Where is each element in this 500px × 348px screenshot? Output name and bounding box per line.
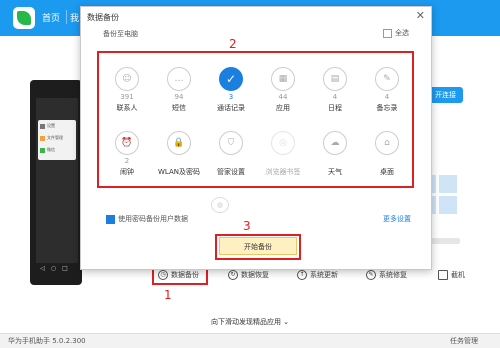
slide-hint[interactable]: 向下滑动发现精品应用 ⌄ <box>0 317 500 327</box>
lock-icon: 🔒 <box>167 131 191 155</box>
close-icon[interactable]: ✕ <box>416 9 425 22</box>
phone-nav-icons: ◁○□ <box>40 265 74 272</box>
connect-button[interactable]: 开连接 <box>428 87 463 103</box>
tile <box>439 196 457 214</box>
checkbox-icon <box>106 214 115 224</box>
task-manager-link[interactable]: 任务管理 <box>450 336 478 346</box>
item-contacts[interactable]: ☺ 391 联系人 <box>102 67 152 113</box>
phone-row: 文件管理 <box>40 135 74 144</box>
item-notes[interactable]: ✎ 4 备忘录 <box>362 67 412 113</box>
tab-my[interactable]: 我 <box>70 11 79 24</box>
screenshot-icon <box>438 270 448 280</box>
item-browser-bookmarks: ◎ 浏览器书签 <box>258 131 308 177</box>
browser-icon: ◎ <box>271 131 295 155</box>
wrench-icon: ✎ <box>366 270 376 280</box>
weather-icon: ☁ <box>323 131 347 155</box>
backup-dialog: 数据备份 ✕ 备份至电脑 全选 2 ☺ 391 联系人 … 94 短信 ✓ 3 … <box>80 6 432 270</box>
phone-app-list: 设置 文件管理 微信 <box>38 120 76 160</box>
annotation-number-2: 2 <box>229 37 237 51</box>
refresh-icon: ↻ <box>228 270 238 280</box>
notes-icon: ✎ <box>375 67 399 91</box>
app-logo <box>13 7 35 29</box>
contacts-icon: ☺ <box>115 67 139 91</box>
message-icon: … <box>167 67 191 91</box>
backup-item-grid: ☺ 391 联系人 … 94 短信 ✓ 3 通话记录 ▦ 44 应用 ▤ 4 日… <box>97 51 414 188</box>
more-settings-link[interactable]: 更多设置 <box>383 214 411 224</box>
use-password-checkbox[interactable]: 使用密码备份用户数据 <box>106 214 188 224</box>
item-desktop[interactable]: ⌂ 桌面 <box>362 131 412 177</box>
home-icon: ⌂ <box>375 131 399 155</box>
item-weather[interactable]: ☁ 天气 <box>310 131 360 177</box>
annotation-number-3: 3 <box>243 219 251 233</box>
checkbox-icon <box>383 28 392 38</box>
screenshot-button[interactable]: 截机 <box>438 266 465 284</box>
update-icon: ↑ <box>297 270 307 280</box>
item-wlan[interactable]: 🔒 WLAN及密码 <box>154 131 204 177</box>
dialog-title: 数据备份 <box>87 13 119 22</box>
item-call-log[interactable]: ✓ 3 通话记录 <box>206 67 256 113</box>
item-alarm[interactable]: ⏰ 2 闹钟 <box>102 131 152 177</box>
tile <box>439 175 457 193</box>
shield-icon: ⛉ <box>219 131 243 155</box>
select-all-checkbox[interactable]: 全选 <box>383 28 409 38</box>
item-messages[interactable]: … 94 短信 <box>154 67 204 113</box>
phone-row: 设置 <box>40 123 74 132</box>
dialog-subtitle: 备份至电脑 <box>103 30 138 38</box>
checkmark-icon: ✓ <box>219 67 243 91</box>
item-manager-settings[interactable]: ⛉ 管家设置 <box>206 131 256 177</box>
logo-icon <box>17 11 31 25</box>
phone-row: 微信 <box>40 147 74 156</box>
start-backup-button[interactable]: 开始备份 <box>219 237 297 255</box>
alarm-icon: ⏰ <box>115 131 139 155</box>
tab-home[interactable]: 首页 <box>42 11 60 24</box>
item-apps[interactable]: ▦ 44 应用 <box>258 67 308 113</box>
tab-divider <box>66 10 67 24</box>
version-label: 华为手机助手 5.0.2.300 <box>8 337 86 345</box>
annotation-number-1: 1 <box>164 288 172 302</box>
apps-icon: ▦ <box>271 67 295 91</box>
partial-item-icon: ◍ <box>211 197 229 213</box>
item-calendar[interactable]: ▤ 4 日程 <box>310 67 360 113</box>
calendar-icon: ▤ <box>323 67 347 91</box>
